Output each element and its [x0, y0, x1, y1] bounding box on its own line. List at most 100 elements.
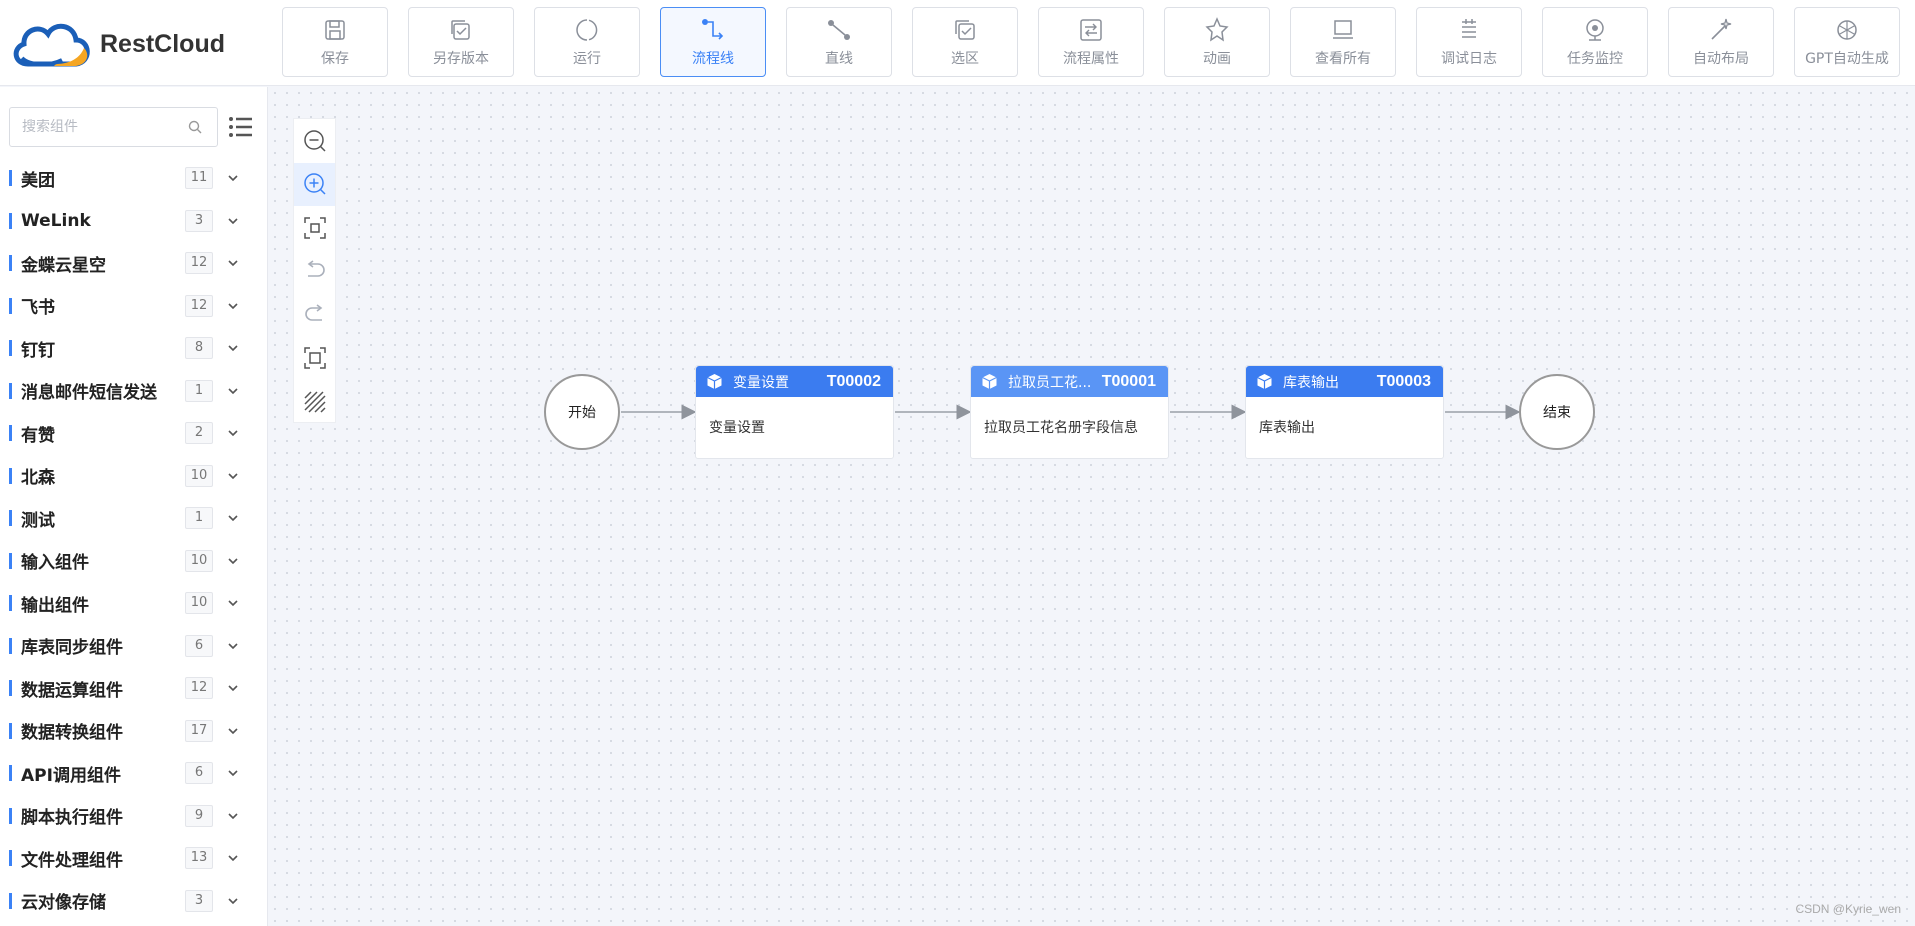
gpt-generate-button[interactable]: GPT自动生成: [1794, 7, 1900, 77]
category-label: API调用组件: [21, 765, 121, 786]
chevron-down-icon[interactable]: [227, 172, 239, 184]
task-node-description: 变量设置: [709, 420, 765, 436]
actual-size-button[interactable]: [294, 337, 335, 381]
zoom-in-button[interactable]: [294, 162, 335, 206]
category-item[interactable]: 数据转换组件 17: [0, 710, 268, 753]
category-item[interactable]: API调用组件 6: [0, 752, 268, 795]
category-item[interactable]: 北森 10: [0, 455, 268, 498]
end-node[interactable]: 结束: [1519, 374, 1595, 450]
category-accent-bar: [9, 722, 12, 739]
task-node-t00003[interactable]: 库表输出 T00003 库表输出: [1245, 365, 1444, 459]
chevron-down-icon[interactable]: [227, 257, 239, 269]
flow-properties-button[interactable]: 流程属性: [1038, 7, 1144, 77]
chevron-down-icon[interactable]: [227, 597, 239, 609]
category-label: 数据运算组件: [21, 680, 123, 701]
chevron-down-icon[interactable]: [227, 810, 239, 822]
task-node-name: 变量设置: [733, 374, 789, 391]
save-button[interactable]: 保存: [282, 7, 388, 77]
category-item[interactable]: 美团 11: [0, 157, 268, 200]
category-label: 金蝶云星空: [21, 255, 106, 276]
chevron-down-icon[interactable]: [227, 385, 239, 397]
run-button[interactable]: 运行: [534, 7, 640, 77]
save-version-button[interactable]: 另存版本: [408, 7, 514, 77]
task-node-header: 库表输出 T00003: [1246, 366, 1443, 397]
category-accent-bar: [9, 637, 12, 654]
category-item[interactable]: 飞书 12: [0, 285, 268, 328]
grid-toggle-button[interactable]: [294, 380, 335, 424]
select-area-button[interactable]: 选区: [912, 7, 1018, 77]
category-item[interactable]: 有赞 2: [0, 412, 268, 455]
cube-icon: [707, 374, 722, 389]
top-header: RestCloud 保存 另存版本 运行 流程线 直线 选区 流程属性 动画 查…: [0, 0, 1915, 86]
component-search-box: [9, 107, 218, 147]
search-icon[interactable]: [187, 119, 203, 135]
chevron-down-icon[interactable]: [227, 852, 239, 864]
zoom-out-button[interactable]: [294, 119, 335, 163]
category-list: 美团 11 WeLink 3 金蝶云星空 12 飞书 12 钉钉 8 消息邮件短信发送 1 有赞 2 北森 1…: [0, 157, 268, 922]
animation-button[interactable]: 动画: [1164, 7, 1270, 77]
list-view-icon[interactable]: [228, 114, 254, 140]
flow-properties-label: 流程属性: [1063, 51, 1119, 67]
loading-circle-icon: [576, 19, 598, 41]
chevron-down-icon[interactable]: [227, 215, 239, 227]
chevron-down-icon[interactable]: [227, 640, 239, 652]
fit-view-button[interactable]: [294, 206, 335, 250]
category-item[interactable]: 输出组件 10: [0, 582, 268, 625]
task-monitor-label: 任务监控: [1567, 51, 1623, 67]
zoom-out-icon: [303, 130, 326, 152]
category-label: 文件处理组件: [21, 850, 123, 871]
chevron-down-icon[interactable]: [227, 725, 239, 737]
magic-wand-icon: [1711, 18, 1732, 40]
category-accent-bar: [9, 382, 12, 399]
task-monitor-button[interactable]: 任务监控: [1542, 7, 1648, 77]
chevron-down-icon[interactable]: [227, 555, 239, 567]
category-count-badge: 3: [185, 209, 213, 232]
chevron-down-icon[interactable]: [227, 512, 239, 524]
category-item[interactable]: 金蝶云星空 12: [0, 242, 268, 285]
category-item[interactable]: 库表同步组件 6: [0, 625, 268, 668]
category-count-badge: 10: [185, 464, 213, 487]
category-count-badge: 12: [185, 252, 213, 275]
flow-line-button[interactable]: 流程线: [660, 7, 766, 77]
undo-button[interactable]: [294, 250, 335, 294]
task-node-t00001[interactable]: 拉取员工花... T00001 拉取员工花名册字段信息: [970, 365, 1169, 459]
chevron-down-icon[interactable]: [227, 300, 239, 312]
category-item[interactable]: WeLink 3: [0, 200, 268, 243]
category-item[interactable]: 钉钉 8: [0, 327, 268, 370]
chevron-down-icon[interactable]: [227, 895, 239, 907]
redo-button[interactable]: [294, 293, 335, 337]
webcam-icon: [1586, 19, 1604, 41]
straight-line-button[interactable]: 直线: [786, 7, 892, 77]
component-search-input[interactable]: [22, 119, 192, 135]
chevron-down-icon[interactable]: [227, 427, 239, 439]
category-accent-bar: [9, 212, 12, 229]
chevron-down-icon[interactable]: [227, 682, 239, 694]
category-label: 飞书: [21, 298, 55, 319]
task-node-id: T00002: [826, 372, 881, 390]
task-node-t00002[interactable]: 变量设置 T00002 变量设置: [695, 365, 894, 459]
category-item[interactable]: 消息邮件短信发送 1: [0, 370, 268, 413]
category-label: 美团: [21, 170, 55, 191]
straight-line-icon: [828, 20, 850, 40]
star-icon: [1205, 17, 1229, 42]
chevron-down-icon[interactable]: [227, 470, 239, 482]
task-node-description: 库表输出: [1259, 420, 1315, 436]
chevron-down-icon[interactable]: [227, 767, 239, 779]
auto-layout-button[interactable]: 自动布局: [1668, 7, 1774, 77]
flow-canvas[interactable]: [269, 87, 1915, 926]
chevron-down-icon[interactable]: [227, 342, 239, 354]
category-accent-bar: [9, 552, 12, 569]
category-item[interactable]: 云对像存储 3: [0, 880, 268, 923]
view-all-button[interactable]: 查看所有: [1290, 7, 1396, 77]
category-item[interactable]: 文件处理组件 13: [0, 837, 268, 880]
category-accent-bar: [9, 170, 12, 186]
category-item[interactable]: 脚本执行组件 9: [0, 795, 268, 838]
category-item[interactable]: 测试 1: [0, 497, 268, 540]
debug-log-button[interactable]: 调试日志: [1416, 7, 1522, 77]
start-node[interactable]: 开始: [544, 374, 620, 450]
openai-icon: [1837, 20, 1857, 40]
category-accent-bar: [9, 595, 12, 611]
category-item[interactable]: 输入组件 10: [0, 540, 268, 583]
category-item[interactable]: 数据运算组件 12: [0, 667, 268, 710]
task-node-id: T00003: [1376, 372, 1431, 390]
